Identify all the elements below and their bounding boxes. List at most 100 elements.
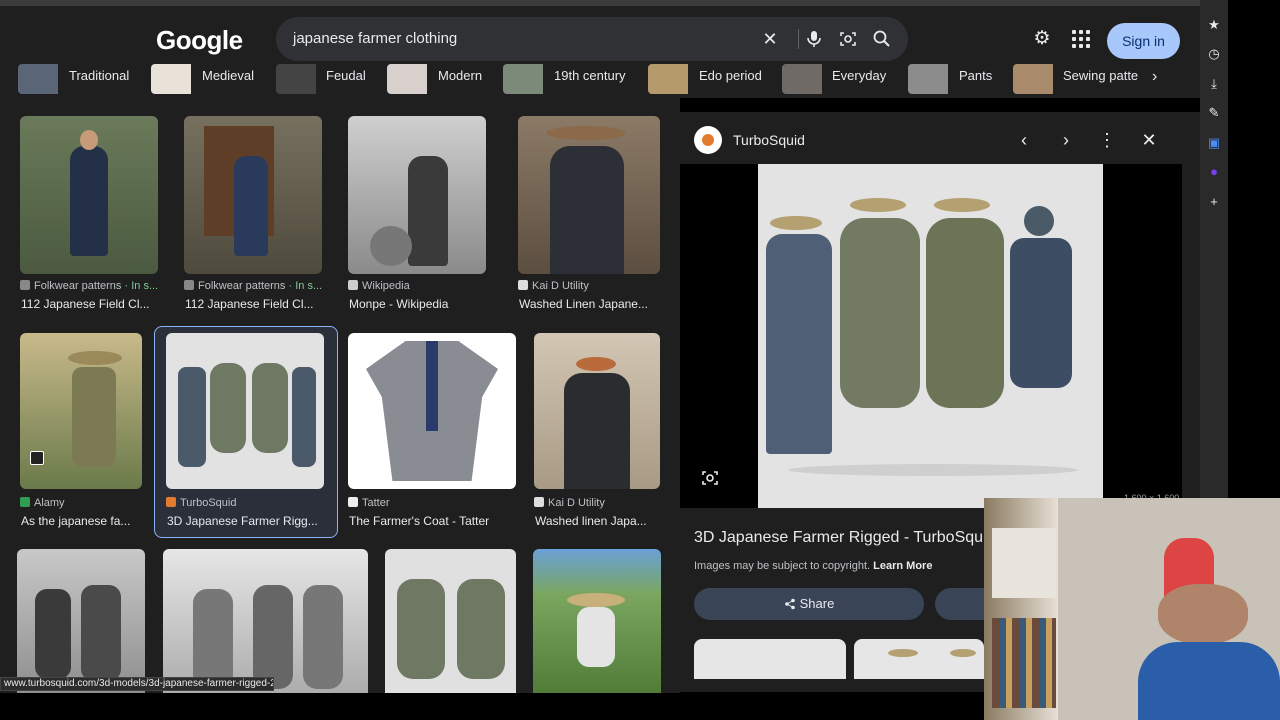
chip-label: Traditional (69, 68, 130, 83)
source-favicon-icon (534, 497, 544, 507)
source-favicon-icon (184, 280, 194, 290)
add-icon[interactable]: + (1206, 194, 1222, 210)
preview-image[interactable] (758, 164, 1103, 508)
chip-label: Edo period (699, 68, 762, 83)
chip-thumbnail (18, 64, 58, 94)
close-icon[interactable]: ✕ (1139, 130, 1159, 151)
result-title[interactable]: Monpe - Wikipedia (349, 297, 448, 311)
result-image[interactable] (348, 116, 486, 274)
result-image[interactable] (20, 333, 142, 489)
result-source: Wikipedia (348, 280, 410, 292)
result-image[interactable] (184, 116, 322, 274)
source-name: TurboSquid (180, 497, 237, 509)
source-favicon-icon (20, 280, 30, 290)
chip-label: 19th century (554, 68, 626, 83)
result-title[interactable]: As the japanese fa... (21, 514, 130, 528)
chip-label: Medieval (202, 68, 255, 83)
clear-icon[interactable]: ✕ (760, 29, 780, 49)
chip-thumbnail (503, 64, 543, 94)
turbosquid-logo-icon (694, 126, 722, 154)
google-header: Google japanese farmer clothing ✕ ⚙ Sign… (0, 6, 1200, 66)
translate-icon[interactable]: ▣ (1206, 135, 1222, 151)
copyright-text: Images may be subject to copyright. (694, 560, 871, 572)
result-image[interactable] (163, 549, 368, 693)
result-image[interactable] (385, 549, 516, 693)
result-title[interactable]: 112 Japanese Field Cl... (21, 297, 150, 311)
search-box[interactable]: japanese farmer clothing ✕ (276, 17, 908, 61)
chevron-right-icon[interactable]: › (1056, 130, 1076, 151)
result-image[interactable] (348, 333, 516, 489)
result-title[interactable]: The Farmer's Coat - Tatter (349, 514, 489, 528)
chevron-left-icon[interactable]: ‹ (1014, 130, 1034, 151)
image-results-grid: Folkwear patterns · In s... 112 Japanese… (0, 98, 680, 693)
learn-more-link[interactable]: Learn More (873, 560, 932, 572)
panel-title[interactable]: 3D Japanese Farmer Rigged - TurboSquid (694, 529, 996, 547)
result-title[interactable]: Washed Linen Japane... (519, 297, 648, 311)
google-logo[interactable]: Google (156, 25, 243, 56)
chip-label: Feudal (326, 68, 366, 83)
share-icon (784, 590, 796, 622)
result-image[interactable] (534, 333, 660, 489)
star-icon[interactable]: ★ (1206, 17, 1222, 33)
result-image[interactable] (166, 333, 324, 489)
source-name: Tatter (362, 497, 390, 509)
result-image[interactable] (518, 116, 660, 274)
source-name: Kai D Utility (532, 280, 589, 292)
source-name: Alamy (34, 497, 65, 509)
result-image[interactable] (20, 116, 158, 274)
result-source: Tatter (348, 497, 390, 509)
result-source: TurboSquid (166, 497, 236, 509)
download-icon[interactable]: ⤓ (1206, 76, 1222, 92)
source-favicon-icon (20, 497, 30, 507)
source-favicon-icon (348, 280, 358, 290)
result-source: Alamy (20, 497, 65, 509)
related-image[interactable] (854, 639, 984, 679)
panel-source-name[interactable]: TurboSquid (733, 132, 805, 148)
copyright-notice: Images may be subject to copyright. Lear… (694, 560, 932, 572)
chip-thumbnail (1013, 64, 1053, 94)
microphone-icon[interactable] (804, 29, 824, 49)
source-favicon-icon (518, 280, 528, 290)
status-bar-url: www.turbosquid.com/3d-models/3d-japanese… (0, 677, 274, 691)
result-source: Kai D Utility (518, 280, 589, 292)
lens-icon[interactable] (838, 29, 858, 49)
source-favicon-icon (348, 497, 358, 507)
result-title[interactable]: 3D Japanese Farmer Rigg... (167, 514, 318, 528)
share-label: Share (799, 596, 835, 611)
related-image[interactable] (694, 639, 846, 679)
result-source: Folkwear patterns · In s... (184, 280, 322, 292)
chip-label: Everyday (832, 68, 887, 83)
history-icon[interactable]: ◷ (1206, 46, 1222, 62)
chip-label: Modern (438, 68, 483, 83)
share-button[interactable]: Share (694, 588, 924, 620)
source-favicon-icon (166, 497, 176, 507)
apps-grid-icon[interactable] (1072, 30, 1090, 48)
result-source: Kai D Utility (534, 497, 605, 509)
source-name: Wikipedia (362, 280, 410, 292)
sign-in-button[interactable]: Sign in (1107, 23, 1180, 59)
search-icon[interactable] (872, 29, 892, 49)
chip-label: Pants (959, 68, 993, 83)
pen-icon[interactable]: ✎ (1206, 105, 1222, 121)
stock-badge: · In s... (288, 280, 323, 292)
source-name: Folkwear patterns (198, 280, 286, 292)
extension-icon[interactable]: ● (1206, 164, 1222, 180)
search-input[interactable]: japanese farmer clothing (293, 30, 457, 47)
search-divider (798, 29, 799, 49)
webcam-overlay (984, 498, 1280, 720)
chip-thumbnail (648, 64, 688, 94)
gear-icon[interactable]: ⚙ (1032, 29, 1052, 49)
result-source: Folkwear patterns · In s... (20, 280, 158, 292)
result-title[interactable]: Washed linen Japa... (535, 514, 647, 528)
chip-thumbnail (276, 64, 316, 94)
source-name: Folkwear patterns (34, 280, 122, 292)
result-image[interactable] (533, 549, 661, 693)
lens-icon[interactable] (700, 468, 720, 488)
chevron-right-icon[interactable]: › (1152, 68, 1157, 86)
chip-thumbnail (908, 64, 948, 94)
chip-label: Sewing patte (1063, 68, 1139, 83)
more-options-icon[interactable]: ⋮ (1097, 130, 1117, 151)
result-title[interactable]: 112 Japanese Field Cl... (185, 297, 314, 311)
result-image[interactable] (17, 549, 145, 693)
chip-thumbnail (151, 64, 191, 94)
